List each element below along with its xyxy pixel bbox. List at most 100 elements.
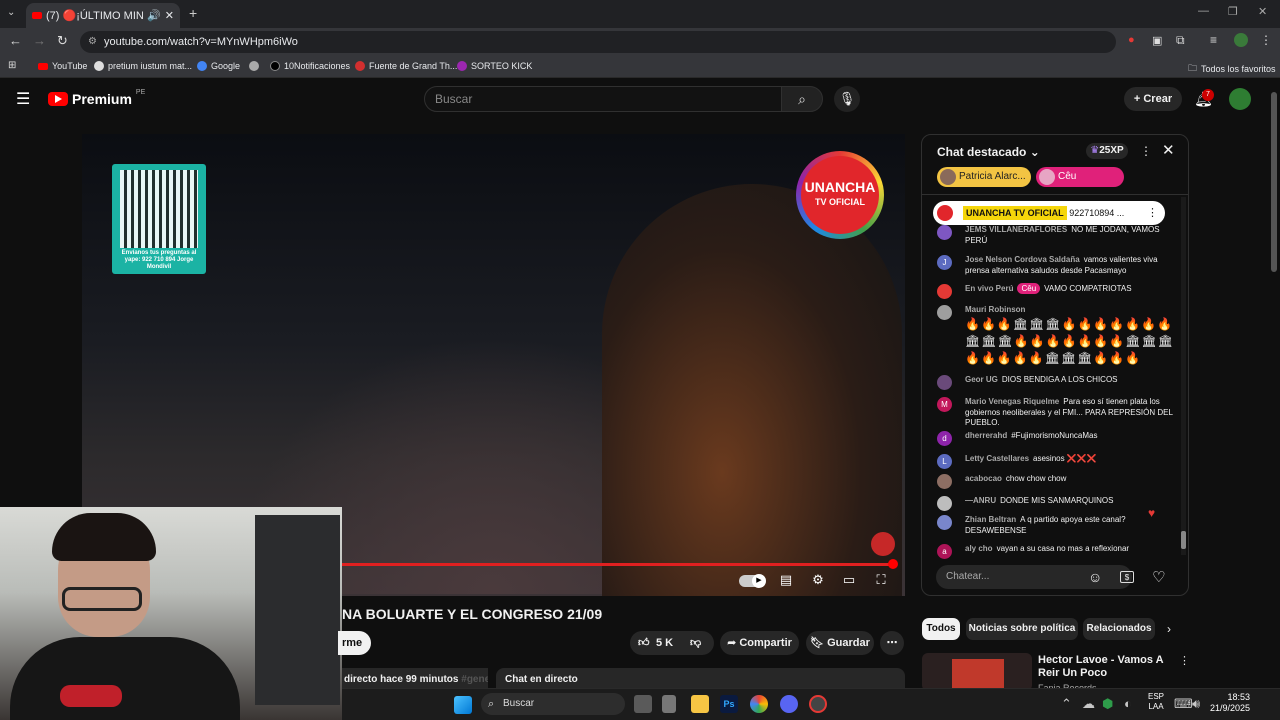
search-input[interactable]: Buscar	[424, 86, 782, 112]
maximize-icon[interactable]: ❐	[1228, 5, 1238, 18]
bookmark-youtube[interactable]: YouTube	[38, 61, 87, 71]
fullscreen-icon[interactable]: ⛶	[871, 572, 891, 590]
obs-icon[interactable]	[809, 695, 827, 713]
chat-avatar[interactable]: M	[937, 397, 952, 412]
progress-scrubber[interactable]	[888, 559, 898, 569]
chat-author[interactable]: Letty Castellares	[965, 454, 1029, 463]
window-close-icon[interactable]: ✕	[1258, 5, 1267, 18]
chat-author[interactable]: —ANRU	[965, 496, 996, 505]
settings-gear-icon[interactable]: ⚙	[808, 572, 828, 590]
chat-author[interactable]: Jose Nelson Cordova Saldaña	[965, 255, 1080, 264]
ticker-chip[interactable]: Patricia Alarc...	[937, 167, 1031, 187]
chat-avatar[interactable]: d	[937, 431, 952, 446]
input-language[interactable]: ESP LAA	[1148, 692, 1164, 712]
chat-author[interactable]: Mario Venegas Riquelme	[965, 397, 1059, 406]
profile-avatar[interactable]	[1234, 33, 1248, 47]
page-scrollbar[interactable]	[1271, 92, 1277, 272]
create-button[interactable]: + Crear	[1124, 87, 1182, 111]
chat-close-icon[interactable]: ✕	[1162, 141, 1175, 159]
bookmark-sorteo-kick[interactable]: SORTEO KICK	[457, 61, 532, 71]
file-explorer-icon[interactable]	[691, 695, 709, 713]
voice-search-button[interactable]: 🎙	[834, 86, 860, 112]
tray-chevron-icon[interactable]: ⌃	[1061, 696, 1072, 712]
subtitles-icon[interactable]: ▤	[776, 572, 796, 590]
autoplay-toggle[interactable]: ▶	[739, 574, 766, 588]
chat-scroll-thumb[interactable]	[1181, 531, 1186, 549]
minimize-icon[interactable]: —	[1198, 5, 1209, 17]
network-icon[interactable]: ⌨	[1174, 696, 1193, 712]
system-clock[interactable]: 18:53 21/9/2025	[1210, 692, 1250, 714]
app-icon[interactable]	[662, 695, 676, 713]
chat-avatar[interactable]: a	[937, 544, 952, 559]
hashtag[interactable]: #gene	[461, 674, 488, 685]
chips-next-icon[interactable]: ›	[1167, 622, 1171, 636]
bookmark-10notificaciones[interactable]: 10Notificaciones	[270, 61, 350, 71]
related-video-thumbnail[interactable]	[922, 653, 1032, 691]
all-favorites[interactable]: 🗀 Todos los favoritos	[1188, 61, 1276, 77]
discord-icon[interactable]	[780, 695, 798, 713]
bookmark-google[interactable]: Google	[197, 61, 240, 71]
tab-search-icon[interactable]: ⌄	[7, 7, 15, 18]
chat-author[interactable]: dherrerahd	[965, 431, 1007, 440]
like-icon[interactable]: 👍︎	[638, 631, 650, 655]
chat-avatar[interactable]	[937, 474, 952, 489]
browser-menu-icon[interactable]: ⋮	[1260, 33, 1272, 47]
save-button[interactable]: 🔖︎ Guardar	[806, 631, 874, 655]
bookmark-unnamed[interactable]	[249, 61, 263, 71]
pinned-menu-icon[interactable]: ⋮	[1147, 201, 1158, 225]
pinned-message[interactable]: UNANCHA TV OFICIAL 922710894 ... ⋮	[933, 201, 1165, 225]
chat-mode-dropdown[interactable]: Chat destacado ⌄	[937, 145, 1040, 159]
like-heart-icon[interactable]: ♡	[1152, 568, 1165, 586]
chat-author[interactable]: aly cho	[965, 544, 993, 553]
account-avatar[interactable]	[1229, 88, 1251, 110]
chip-todos[interactable]: Todos	[922, 618, 960, 640]
ticker-chip[interactable]: Cêu	[1036, 167, 1124, 187]
new-tab-icon[interactable]: +	[189, 5, 197, 21]
apps-grid-icon[interactable]: ⊞	[8, 60, 16, 71]
bookmark-pretium[interactable]: pretium iustum mat...	[94, 61, 192, 71]
tab-close-icon[interactable]: ✕	[165, 9, 174, 22]
windows-start-icon[interactable]	[454, 696, 472, 714]
chat-author[interactable]: Zhian Beltran	[965, 515, 1016, 524]
chat-author[interactable]: Geor UG	[965, 375, 998, 384]
chat-avatar[interactable]: J	[937, 255, 952, 270]
reload-icon[interactable]: ↻	[57, 33, 68, 49]
puzzle-icon[interactable]: ⧉	[1176, 33, 1185, 48]
chat-avatar[interactable]	[937, 515, 952, 530]
dislike-icon[interactable]: 👎︎	[690, 631, 701, 655]
search-button[interactable]: ⌕	[781, 86, 823, 112]
like-count[interactable]: 5 K	[656, 631, 673, 655]
volume-icon[interactable]: 🔊︎	[1192, 696, 1200, 712]
chat-avatar[interactable]	[937, 284, 952, 299]
chat-author[interactable]: JEMS VILLANERAFLORES	[965, 225, 1067, 234]
chat-avatar[interactable]	[937, 225, 952, 240]
chat-author[interactable]: Mauri Robinson	[965, 305, 1025, 314]
inform-button[interactable]: rme	[338, 631, 371, 655]
chat-avatar[interactable]: L	[937, 454, 952, 469]
address-bar[interactable]: ⚙ youtube.com/watch?v=MYnWHpm6iWo	[80, 31, 1116, 53]
site-info-icon[interactable]: ⚙	[88, 31, 97, 53]
chip-noticias[interactable]: Noticias sobre política	[966, 618, 1078, 640]
tab-youtube[interactable]: (7) 🔴¡ÚLTIMO MINUTO! M 🔊 ✕	[26, 3, 180, 28]
forward-icon[interactable]: →	[33, 33, 46, 48]
related-video-title[interactable]: Hector Lavoe - Vamos A Reir Un Poco	[1038, 654, 1178, 680]
chat-menu-icon[interactable]: ⋮	[1140, 144, 1152, 158]
chip-relacionados[interactable]: Relacionados	[1083, 618, 1155, 640]
chat-author[interactable]: acabocao	[965, 474, 1002, 483]
chat-avatar[interactable]	[937, 496, 952, 511]
reading-list-icon[interactable]: ≡	[1210, 33, 1217, 47]
extension-icon[interactable]: ▣	[1152, 34, 1162, 47]
chat-author[interactable]: En vivo Perú	[965, 284, 1013, 293]
tray-app-icon[interactable]: ⬢	[1102, 696, 1113, 712]
audio-icon[interactable]: 🔊	[147, 9, 161, 22]
taskbar-search[interactable]: ⌕ Buscar	[481, 693, 625, 715]
bookmark-fuente[interactable]: Fuente de Grand Th...	[355, 61, 457, 71]
xp-badge[interactable]: ♛25XP	[1086, 143, 1128, 159]
onedrive-icon[interactable]: ☁	[1082, 696, 1095, 712]
chat-avatar[interactable]	[937, 375, 952, 390]
more-actions-button[interactable]: ⋯	[880, 631, 904, 655]
related-menu-icon[interactable]: ⋮	[1179, 654, 1190, 667]
share-button[interactable]: ➦ Compartir	[720, 631, 799, 655]
theater-mode-icon[interactable]: ▭	[839, 572, 859, 590]
tray-app2-icon[interactable]: ◐	[1124, 696, 1132, 712]
